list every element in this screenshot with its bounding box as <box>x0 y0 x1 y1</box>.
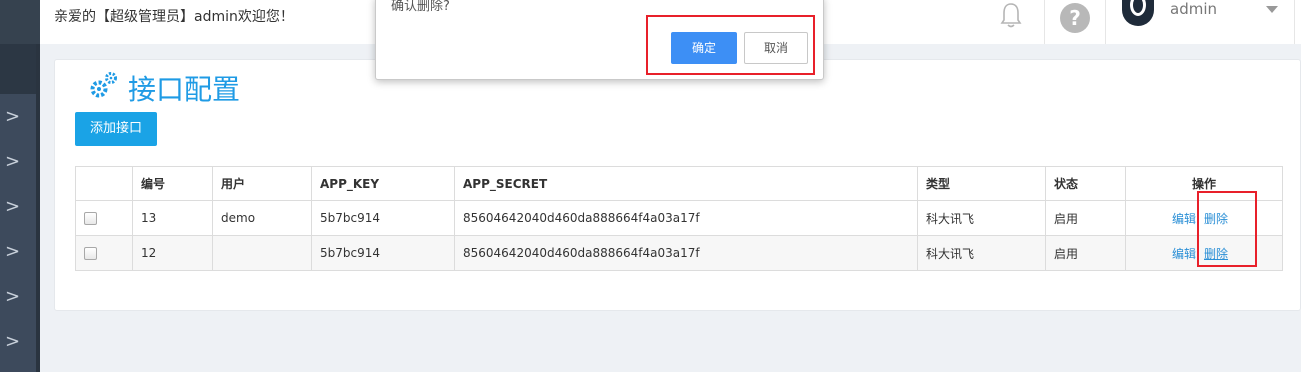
sidebar-chevron-icon[interactable]: > <box>5 152 20 172</box>
confirm-ok-button[interactable]: 确定 <box>671 32 737 64</box>
sidebar-chevron-icon[interactable]: > <box>5 287 20 307</box>
delete-link[interactable]: 删除 <box>1204 212 1228 226</box>
row-checkbox[interactable] <box>84 212 97 225</box>
edit-link[interactable]: 编辑 <box>1172 212 1196 226</box>
username-label[interactable]: admin <box>1170 0 1217 18</box>
column-header-select <box>75 166 133 201</box>
sidebar-chevron-icon[interactable]: > <box>5 197 20 217</box>
bell-icon[interactable] <box>1000 0 1022 30</box>
sidebar-chevron-icon[interactable]: > <box>5 242 20 262</box>
header-divider <box>1294 0 1295 44</box>
row-select-cell <box>75 200 133 236</box>
add-interface-button[interactable]: 添加接口 <box>75 112 157 146</box>
chevron-down-icon[interactable] <box>1266 6 1278 13</box>
dialog-message: 确认删除? <box>391 0 450 14</box>
avatar[interactable] <box>1122 0 1154 26</box>
sidebar-chevron-icon[interactable]: > <box>5 107 20 127</box>
header-divider <box>1105 0 1106 44</box>
confirm-dialog: 确认删除? 确定 取消 <box>375 0 824 80</box>
cell-user <box>212 235 312 271</box>
gears-icon <box>90 72 117 98</box>
cell-app-key: 5b7bc914 <box>311 235 455 271</box>
column-header-actions: 操作 <box>1125 166 1283 201</box>
sidebar-edge <box>36 44 40 372</box>
table-row: 13 demo 5b7bc914 85604642040d460da888664… <box>75 200 1283 236</box>
cell-app-key: 5b7bc914 <box>311 200 455 236</box>
welcome-text: 亲爱的【超级管理员】admin欢迎您！ <box>54 9 294 25</box>
edit-link[interactable]: 编辑 <box>1172 247 1196 261</box>
cell-type: 科大讯飞 <box>917 200 1046 236</box>
column-header-app-key: APP_KEY <box>311 166 455 201</box>
column-header-id: 编号 <box>132 166 213 201</box>
cell-status: 启用 <box>1045 200 1126 236</box>
cell-user: demo <box>212 200 312 236</box>
cell-id: 13 <box>132 200 213 236</box>
cell-app-secret: 85604642040d460da888664f4a03a17f <box>454 200 918 236</box>
cell-actions: 编辑 删除 <box>1125 235 1283 271</box>
help-icon[interactable]: ? <box>1060 3 1090 33</box>
confirm-cancel-button[interactable]: 取消 <box>744 32 808 64</box>
column-header-type: 类型 <box>917 166 1046 201</box>
table-header-row: 编号 用户 APP_KEY APP_SECRET 类型 状态 操作 <box>75 166 1283 201</box>
cell-status: 启用 <box>1045 235 1126 271</box>
header-divider <box>1044 0 1045 44</box>
cell-id: 12 <box>132 235 213 271</box>
interface-table: 编号 用户 APP_KEY APP_SECRET 类型 状态 操作 13 dem… <box>75 166 1283 271</box>
sidebar: > > > > > > <box>0 0 40 372</box>
row-checkbox[interactable] <box>84 247 97 260</box>
column-header-user: 用户 <box>212 166 312 201</box>
cell-type: 科大讯飞 <box>917 235 1046 271</box>
sidebar-logo-area <box>0 0 40 44</box>
column-header-status: 状态 <box>1045 166 1126 201</box>
table-row: 12 5b7bc914 85604642040d460da888664f4a03… <box>75 235 1283 271</box>
cell-app-secret: 85604642040d460da888664f4a03a17f <box>454 235 918 271</box>
cell-actions: 编辑 删除 <box>1125 200 1283 236</box>
delete-link[interactable]: 删除 <box>1204 247 1228 261</box>
row-select-cell <box>75 235 133 271</box>
column-header-app-secret: APP_SECRET <box>454 166 918 201</box>
sidebar-chevron-icon[interactable]: > <box>5 332 20 352</box>
page-title: 接口配置 <box>128 73 241 106</box>
sidebar-active-item[interactable] <box>0 44 40 94</box>
